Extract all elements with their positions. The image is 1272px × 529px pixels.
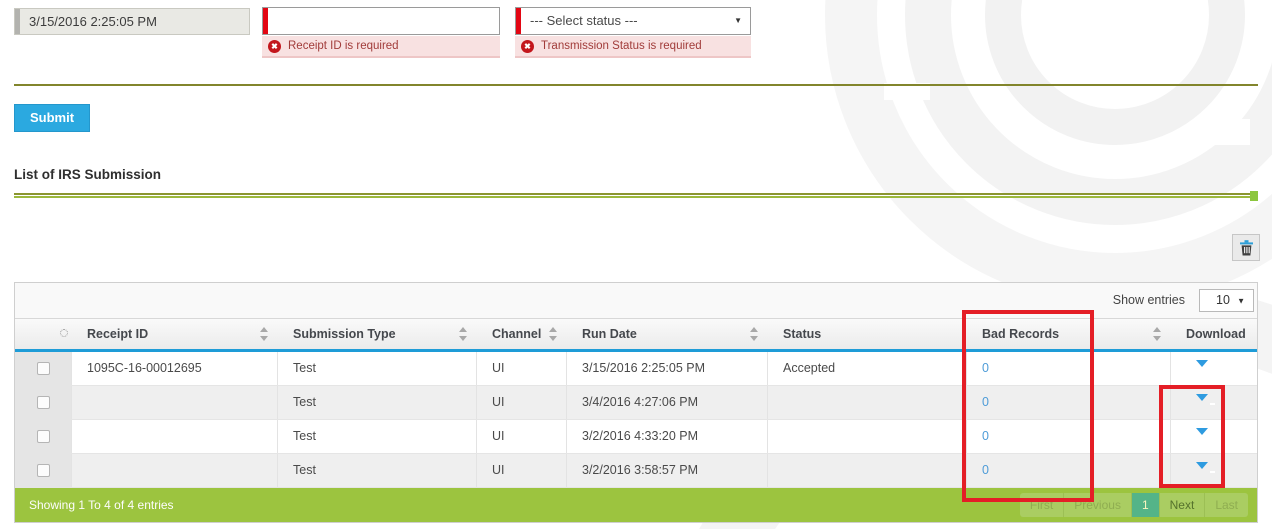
- submission-type-cell: Test: [278, 420, 477, 453]
- submission-type-cell: Test: [278, 454, 477, 487]
- receipt-id-cell: [72, 420, 278, 453]
- status-cell: [768, 420, 967, 453]
- sort-icon: [549, 326, 557, 342]
- section-title: List of IRS Submission: [14, 167, 161, 182]
- run-date-value: 3/15/2016 2:25:05 PM: [29, 14, 157, 29]
- receipt-id-input[interactable]: [262, 7, 500, 35]
- page-size-select[interactable]: 10 ▼: [1199, 289, 1254, 312]
- sort-icon: [1153, 326, 1161, 342]
- header-status[interactable]: Status: [768, 319, 967, 349]
- select-cell: [15, 420, 72, 453]
- submission-type-cell: Test: [278, 386, 477, 419]
- delete-button[interactable]: [1232, 234, 1260, 261]
- date-grip: [15, 9, 20, 34]
- status-cell: Accepted: [768, 352, 967, 385]
- status-cell: [768, 386, 967, 419]
- run-date-cell: 3/2/2016 3:58:57 PM: [567, 454, 768, 487]
- entries-summary: Showing 1 To 4 of 4 entries: [29, 488, 174, 522]
- show-entries-label: Show entries: [1113, 293, 1185, 307]
- run-date-cell: 3/4/2016 4:27:06 PM: [567, 386, 768, 419]
- pagination-last-button[interactable]: Last: [1205, 493, 1248, 517]
- sort-icon: [750, 326, 758, 342]
- header-download: Download: [1171, 319, 1257, 349]
- page: 3/15/2016 2:25:05 PM ✖ Receipt ID is req…: [0, 0, 1272, 529]
- trash-icon: [1239, 240, 1254, 256]
- sort-icon: [260, 326, 268, 342]
- run-date-cell: 3/2/2016 4:33:20 PM: [567, 420, 768, 453]
- chevron-down-icon: ▼: [1237, 290, 1245, 311]
- receipt-id-cell: [72, 386, 278, 419]
- pagination-page-button[interactable]: 1: [1132, 493, 1160, 517]
- error-icon: ✖: [521, 40, 534, 53]
- divider: [14, 84, 1258, 86]
- download-cell: [1171, 352, 1257, 385]
- receipt-id-error-text: Receipt ID is required: [288, 40, 399, 52]
- chevron-down-icon: ▼: [734, 8, 742, 34]
- download-icon[interactable]: [1196, 358, 1214, 385]
- row-checkbox[interactable]: [37, 362, 50, 375]
- run-date-input[interactable]: 3/15/2016 2:25:05 PM: [14, 8, 250, 35]
- header-run-date[interactable]: Run Date: [567, 319, 768, 349]
- select-cell: [15, 454, 72, 487]
- status-error-text: Transmission Status is required: [541, 40, 702, 52]
- select-cell: [15, 386, 72, 419]
- channel-cell: UI: [477, 352, 567, 385]
- status-select[interactable]: --- Select status --- ▼: [515, 7, 751, 35]
- row-checkbox[interactable]: [37, 464, 50, 477]
- run-date-cell: 3/15/2016 2:25:05 PM: [567, 352, 768, 385]
- submission-type-cell: Test: [278, 352, 477, 385]
- required-bar: [516, 8, 521, 34]
- status-cell: [768, 454, 967, 487]
- divider-end-square: [1250, 191, 1258, 201]
- header-receipt-id[interactable]: Receipt ID: [72, 319, 278, 349]
- watermark-tile: [1096, 29, 1142, 55]
- row-checkbox[interactable]: [37, 430, 50, 443]
- page-size-value: 10: [1216, 293, 1230, 307]
- watermark-tile: [1204, 119, 1250, 145]
- receipt-id-error: ✖ Receipt ID is required: [262, 36, 500, 58]
- row-checkbox[interactable]: [37, 396, 50, 409]
- receipt-id-cell: [72, 454, 278, 487]
- bad-records-annotation-box: [962, 310, 1094, 502]
- header-select-column[interactable]: [15, 319, 72, 349]
- status-select-value: --- Select status ---: [530, 13, 638, 28]
- error-icon: ✖: [268, 40, 281, 53]
- header-channel[interactable]: Channel: [477, 319, 567, 349]
- submit-button[interactable]: Submit: [14, 104, 90, 132]
- sort-icon: [459, 326, 467, 342]
- required-bar: [263, 8, 268, 34]
- channel-cell: UI: [477, 454, 567, 487]
- status-error: ✖ Transmission Status is required: [515, 36, 751, 58]
- receipt-id-cell: 1095C-16-00012695: [72, 352, 278, 385]
- channel-cell: UI: [477, 386, 567, 419]
- select-cell: [15, 352, 72, 385]
- double-divider: [14, 193, 1250, 198]
- header-submission-type[interactable]: Submission Type: [278, 319, 477, 349]
- watermark-ring-icon: [825, 0, 1272, 305]
- channel-cell: UI: [477, 420, 567, 453]
- sort-icon: [60, 329, 68, 337]
- download-annotation-box: [1159, 385, 1225, 488]
- pagination-next-button[interactable]: Next: [1160, 493, 1206, 517]
